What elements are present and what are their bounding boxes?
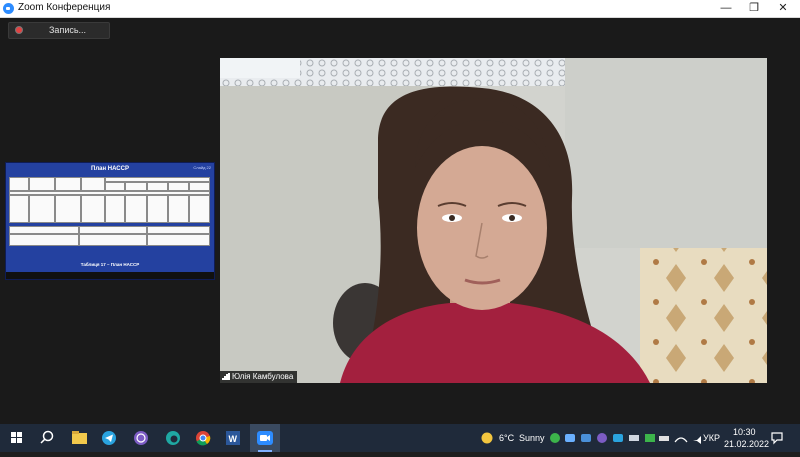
recording-label: Запись... [49,25,87,35]
table-cell [189,195,210,223]
search-icon[interactable] [32,424,62,452]
participant-video[interactable]: Юлія Камбулова [220,58,767,383]
table-cell [105,182,125,191]
table-cell [105,195,125,223]
participant-name: Юлія Камбулова [232,372,294,381]
table-cell [9,195,29,223]
table-cell [81,177,105,191]
slide-title: План НАССР [91,166,129,172]
telegram-icon[interactable] [94,424,124,452]
participant-name-tag: Юлія Камбулова [220,371,298,383]
viber-icon[interactable] [126,424,156,452]
chrome-icon[interactable] [188,424,218,452]
recording-indicator[interactable]: Запись... [8,22,110,39]
table-cell [189,182,210,191]
record-icon [15,26,23,34]
zoom-logo-icon [3,3,14,14]
table-divider [9,246,210,260]
edge-icon[interactable] [158,424,188,452]
table-cell [29,195,55,223]
taskbar: W 6°C Sunny УКР 10:30 21.02.2022 [0,424,800,452]
table-cell [125,195,147,223]
meeting-stage: Запись... План НАССР Слайд 22 Таблиця 17… [0,18,800,424]
system-tray-icons[interactable] [549,432,719,444]
clock-date[interactable]: 21.02.2022 [724,439,769,449]
table-cell [55,195,81,223]
table-cell [9,226,79,234]
notifications-icon[interactable] [770,431,784,445]
window-title: Zoom Конференция [18,2,111,13]
svg-text:W: W [229,434,238,444]
table-cell [79,226,147,234]
close-button[interactable]: ✕ [768,0,798,17]
word-icon[interactable]: W [218,424,248,452]
shared-taskbar-icons [6,278,214,280]
table-cell [125,182,147,191]
table-cell [29,177,55,191]
slide-caption: Таблиця 17 – План НАССР [80,262,140,267]
table-cell [9,177,29,191]
table-cell [55,177,81,191]
title-bar: Zoom Конференция — ❐ ✕ [0,0,800,18]
table-cell [147,182,168,191]
table-cell [9,234,79,246]
weather-sun-icon [481,432,493,444]
slide-table [9,177,210,260]
keyboard-language[interactable]: УКР [703,433,720,443]
start-icon[interactable] [2,424,32,452]
signal-strength-icon [222,373,230,380]
table-cell [147,195,168,223]
clock-time[interactable]: 10:30 [733,427,756,437]
table-cell [81,195,105,223]
shared-screen-thumbnail[interactable]: План НАССР Слайд 22 Таблиця 17 – План НА… [5,162,215,280]
zoom-icon[interactable] [250,424,280,452]
minimize-button[interactable]: — [711,0,741,17]
table-cell [168,195,189,223]
slide-page-label: Слайд 22 [193,165,211,170]
table-cell [168,182,189,191]
file-explorer-icon[interactable] [64,424,94,452]
shared-taskbar [6,272,214,279]
restore-button[interactable]: ❐ [739,0,769,17]
weather-temperature: 6°C [499,433,515,443]
weather-condition: Sunny [519,433,545,443]
participant-video-frame [220,58,767,383]
table-cell [147,226,210,234]
table-cell [147,234,210,246]
table-cell [79,234,147,246]
